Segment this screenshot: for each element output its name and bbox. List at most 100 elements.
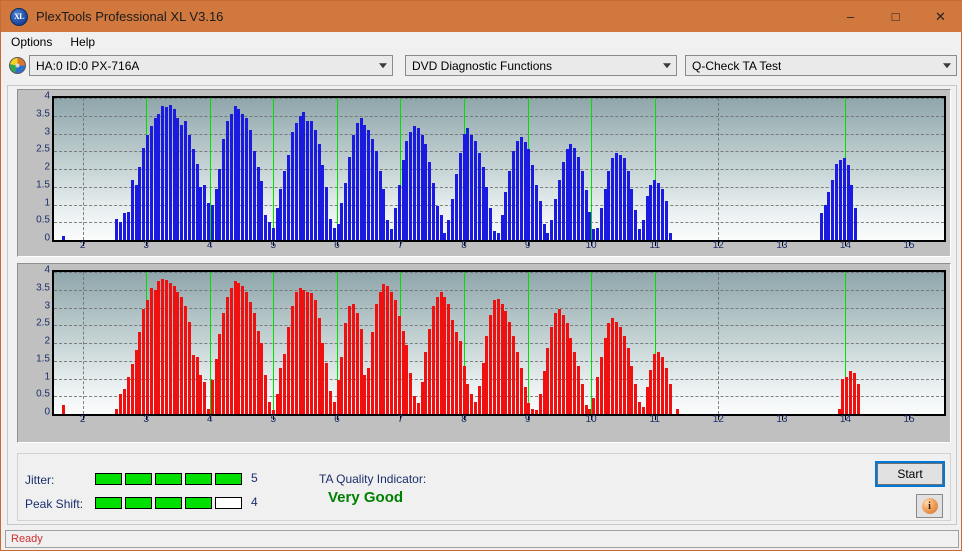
chart-bar (496, 232, 500, 240)
chart-bar (378, 291, 382, 414)
chart-bar (184, 121, 188, 240)
chart-bar (199, 186, 203, 240)
chart-bar (340, 202, 344, 240)
chart-bar (191, 149, 195, 240)
chart-bar (489, 208, 493, 240)
chart-bar (523, 387, 527, 414)
chart-bar (653, 179, 657, 240)
chart-bar (401, 330, 405, 414)
chart-bar (485, 335, 489, 414)
drive-select[interactable]: HA:0 ID:0 PX-716A (29, 55, 393, 76)
x-tick-label: 5 (270, 240, 277, 251)
chart-bar (637, 229, 641, 240)
test-select-value: Q-Check TA Test (692, 58, 782, 73)
x-tick-label: 6 (334, 414, 340, 425)
status-text: Ready (11, 533, 43, 545)
chart-bar (180, 124, 184, 240)
meter-segment (155, 497, 182, 509)
minimize-button[interactable]: – (828, 1, 873, 32)
chart-bar (660, 357, 664, 414)
chart-bar (831, 179, 835, 240)
chart-bar (823, 204, 827, 240)
chart-bar (279, 188, 283, 240)
chart-bar (657, 351, 661, 414)
chart-bar (145, 135, 149, 240)
chart-bar (382, 188, 386, 240)
chart-bar (405, 140, 409, 240)
chart-bar (550, 327, 554, 414)
chart-bar (493, 231, 497, 240)
chart-bar (119, 222, 123, 240)
chart-bar (576, 156, 580, 240)
chart-bar (153, 117, 157, 240)
chart-bar (451, 319, 455, 414)
chart-bar (466, 128, 470, 240)
chart-bar (611, 158, 615, 240)
chart-bar (176, 291, 180, 414)
chart-bar (344, 323, 348, 414)
chart-bar (424, 144, 428, 240)
chart-bar (470, 394, 474, 414)
chart-bar (168, 282, 172, 414)
chart-bar (439, 291, 443, 414)
meter-segment (215, 497, 242, 509)
chart-bar (542, 371, 546, 414)
menu-item-help[interactable]: Help (62, 33, 103, 51)
y-tick-label: 3 (44, 300, 50, 311)
info-button[interactable]: i (916, 494, 943, 518)
chart-bar (477, 153, 481, 240)
chart-bar (664, 367, 668, 414)
chart-bar (271, 227, 275, 240)
chart-bar (355, 312, 359, 414)
chart-bar (309, 293, 313, 414)
start-button[interactable]: Start (875, 461, 945, 487)
chart-bar (664, 200, 668, 240)
chart-bar (622, 335, 626, 414)
drive-select-value: HA:0 ID:0 PX-716A (36, 58, 140, 73)
x-tick-label: 15 (903, 240, 915, 251)
chart-bar (290, 131, 294, 240)
menu-bar: Options Help (1, 32, 961, 52)
chart-bar (268, 222, 271, 240)
maximize-button[interactable]: □ (873, 1, 918, 32)
chart-bar (393, 300, 397, 414)
chart-bar (359, 328, 363, 414)
chart-bar (306, 121, 310, 240)
test-select[interactable]: Q-Check TA Test (685, 55, 957, 76)
chart-bar (641, 220, 645, 240)
chart-bar (470, 135, 474, 240)
chart-bar (386, 220, 390, 240)
y-tick-label: 1.5 (36, 353, 50, 365)
chart-bar (841, 378, 845, 414)
chart-bar (248, 302, 252, 414)
chart-bar (374, 303, 378, 414)
chart-bar (412, 126, 416, 240)
jitter-chart-panel: 0 0.5 1 1.5 2 2.5 3 3.5 4 2 3 4 5 6 7 8 9 10 11 12 13 14 15 (17, 89, 951, 257)
chart-bar (462, 133, 466, 240)
chart-bar (481, 167, 485, 240)
y-tick-label: 1.5 (36, 179, 50, 191)
chart-bar (557, 309, 561, 414)
chart-bar (332, 401, 336, 414)
chart-bar (611, 318, 615, 414)
chart-bar (245, 291, 249, 414)
chart-bar (496, 298, 500, 414)
chart-bar (210, 204, 214, 240)
chart-bar (123, 389, 127, 414)
chart-bar (512, 151, 516, 240)
menu-item-options[interactable]: Options (3, 33, 60, 51)
chart-bar (206, 202, 210, 240)
close-button[interactable]: ✕ (918, 1, 962, 32)
chart-bar (519, 367, 523, 414)
chart-bar (195, 357, 199, 414)
chart-bar (412, 396, 416, 414)
chart-bar (313, 129, 317, 240)
gridline-horizontal (54, 289, 944, 291)
chart-bar (119, 394, 123, 414)
chart-bar (504, 192, 508, 240)
peak-shift-plot-area (52, 270, 946, 416)
chart-bar (302, 289, 306, 414)
function-select[interactable]: DVD Diagnostic Functions (405, 55, 677, 76)
x-tick-label: 2 (79, 240, 86, 251)
chart-bar (283, 170, 287, 240)
